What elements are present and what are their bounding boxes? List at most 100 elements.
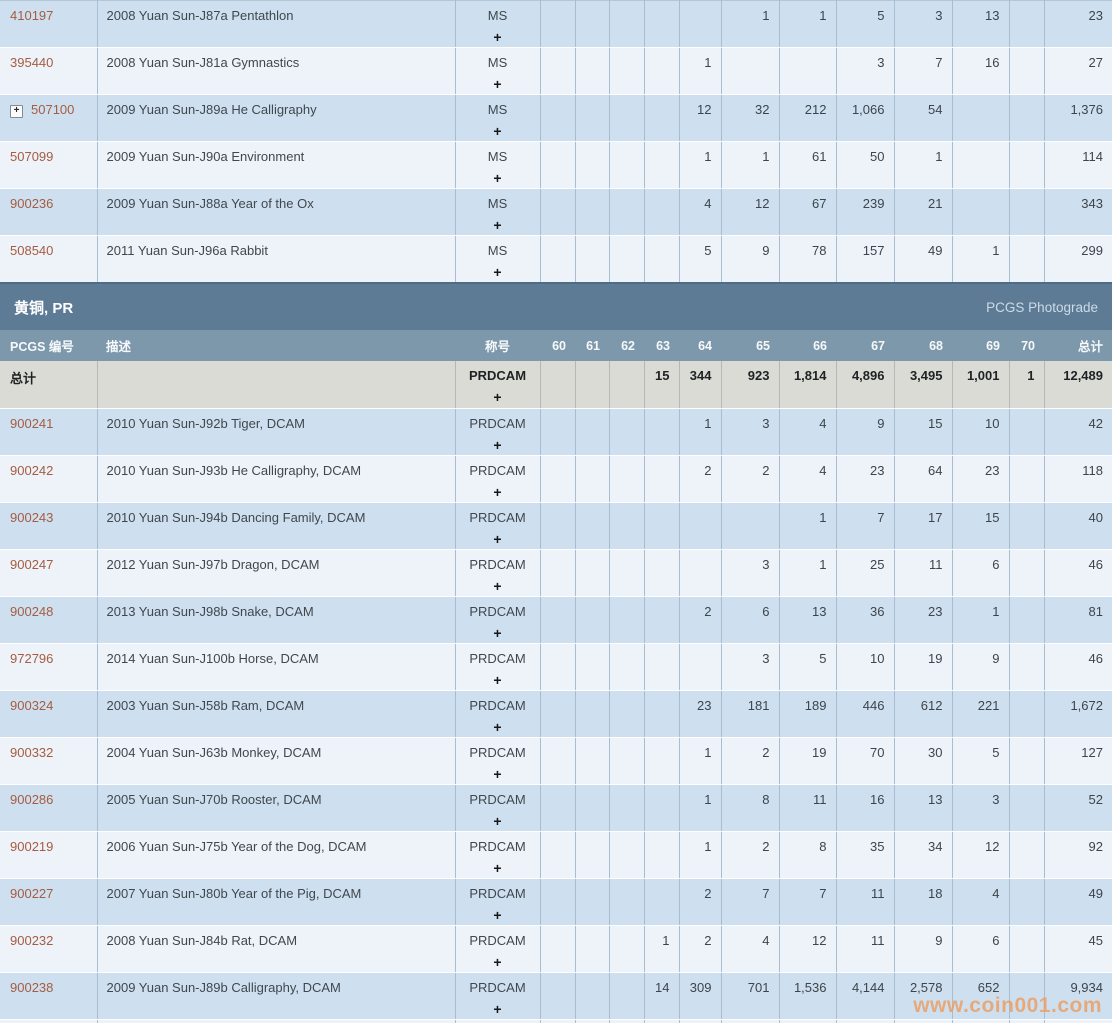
grade-67-cell: 5 [836,1,894,48]
pcgs-number-link[interactable]: 900243 [10,510,53,525]
grade-70-cell [1009,973,1044,1020]
plus-designation-link[interactable]: + [456,767,540,781]
plus-designation-link[interactable]: + [456,955,540,969]
grade-63-cell [644,550,679,597]
plus-designation-link[interactable]: + [456,485,540,499]
grade-66-cell: 5 [779,644,836,691]
header-grade-68: 68 [894,330,952,361]
total-cell: 9,934 [1044,973,1112,1020]
total-cell: 299 [1044,236,1112,284]
pcgs-number-cell: 507099 [0,142,97,189]
pcgs-number-link[interactable]: 900286 [10,792,53,807]
grade-62-cell [609,738,644,785]
grade-64-cell: 12 [679,95,721,142]
pcgs-number-link[interactable]: 900232 [10,933,53,948]
plus-designation-link[interactable]: + [456,171,540,185]
plus-designation-link[interactable]: + [456,814,540,828]
plus-designation-link[interactable]: + [456,265,540,279]
grade-60-cell [540,597,575,644]
grade-68-cell: 7 [894,48,952,95]
designation-label: PRDCAM [456,745,540,760]
pcgs-number-link[interactable]: 900238 [10,980,53,995]
designation-cell: PRDCAM + [455,597,540,644]
pcgs-number-link[interactable]: 900242 [10,463,53,478]
plus-designation-link[interactable]: + [456,579,540,593]
grade-65-cell: 6 [721,597,779,644]
plus-designation-link[interactable]: + [456,390,540,404]
grade-62-cell [609,236,644,284]
plus-designation-link[interactable]: + [456,532,540,546]
coin-description: 2006 Yuan Sun-J75b Year of the Dog, DCAM [97,832,455,879]
designation-label: MS [456,8,540,23]
table-row: 972796 2014 Yuan Sun-J100b Horse, DCAM P… [0,644,1112,691]
pcgs-number-link[interactable]: 900241 [10,416,53,431]
pcgs-number-link[interactable]: 900236 [10,196,53,211]
pcgs-number-link[interactable]: 507100 [31,102,74,117]
plus-designation-link[interactable]: + [456,626,540,640]
plus-designation-link[interactable]: + [456,673,540,687]
grade-68-cell: 21 [894,189,952,236]
grade-61-cell [575,409,609,456]
grade-69-cell: 221 [952,691,1009,738]
coin-description: 2014 Yuan Sun-J100b Horse, DCAM [97,644,455,691]
plus-designation-link[interactable]: + [456,1002,540,1016]
expand-toggle-icon[interactable]: + [10,105,23,118]
pcgs-number-link[interactable]: 900324 [10,698,53,713]
grade-63-cell [644,456,679,503]
plus-designation-link[interactable]: + [456,218,540,232]
grade-65-cell: 8 [721,785,779,832]
grade-61-cell [575,738,609,785]
grade-63-cell [644,785,679,832]
plus-designation-link[interactable]: + [456,438,540,452]
header-grade-61: 61 [575,330,609,361]
grade-69-cell: 1 [952,236,1009,284]
pcgs-number-link[interactable]: 395440 [10,55,53,70]
pcgs-number-link[interactable]: 900219 [10,839,53,854]
plus-designation-link[interactable]: + [456,861,540,875]
plus-designation-link[interactable]: + [456,124,540,138]
designation-cell: PRDCAM + [455,738,540,785]
grade-67-cell: 4,896 [836,361,894,409]
grade-68-cell: 19 [894,644,952,691]
next-row-sliver [0,1020,1112,1024]
grade-65-cell: 701 [721,973,779,1020]
grade-64-cell [679,550,721,597]
pcgs-number-link[interactable]: 972796 [10,651,53,666]
grade-70-cell [1009,879,1044,926]
designation-cell: PRDCAM + [455,644,540,691]
pcgs-number-link[interactable]: 900332 [10,745,53,760]
grade-64-cell: 4 [679,189,721,236]
pcgs-number-link[interactable]: 900227 [10,886,53,901]
photograde-link[interactable]: PCGS Photograde [986,300,1098,315]
grade-65-cell [721,503,779,550]
grade-61-cell [575,142,609,189]
grade-68-cell: 49 [894,236,952,284]
table-row: 900242 2010 Yuan Sun-J93b He Calligraphy… [0,456,1112,503]
grade-67-cell: 7 [836,503,894,550]
plus-designation-link[interactable]: + [456,77,540,91]
plus-designation-link[interactable]: + [456,30,540,44]
grade-60-cell [540,361,575,409]
designation-label: MS [456,102,540,117]
grade-64-cell [679,1,721,48]
designation-label: PRDCAM [456,416,540,431]
grade-69-cell: 12 [952,832,1009,879]
grade-66-cell: 12 [779,926,836,973]
pcgs-number-link[interactable]: 507099 [10,149,53,164]
grade-68-cell: 612 [894,691,952,738]
grade-63-cell [644,48,679,95]
header-designation: 称号 [455,330,540,361]
header-total: 总计 [1044,330,1112,361]
pcgs-number-link[interactable]: 410197 [10,8,53,23]
grade-70-cell [1009,832,1044,879]
plus-designation-link[interactable]: + [456,720,540,734]
grade-70-cell [1009,95,1044,142]
pcgs-number-link[interactable]: 508540 [10,243,53,258]
grade-68-cell: 13 [894,785,952,832]
pcgs-number-link[interactable]: 900248 [10,604,53,619]
pcgs-number-cell: 900324 [0,691,97,738]
pcgs-number-link[interactable]: 900247 [10,557,53,572]
plus-designation-link[interactable]: + [456,908,540,922]
designation-label: PRDCAM [456,792,540,807]
grade-67-cell: 70 [836,738,894,785]
